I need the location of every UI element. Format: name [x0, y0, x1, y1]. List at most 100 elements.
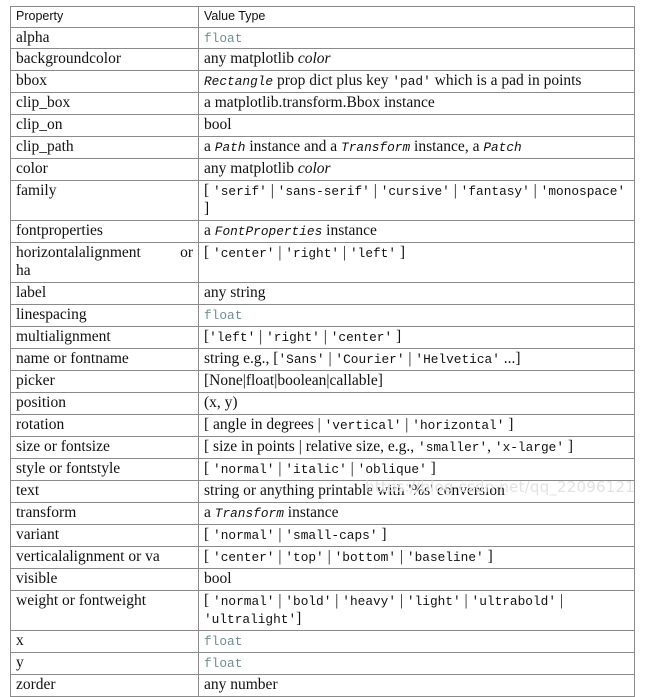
value-fragment: 'Courier'	[335, 352, 405, 368]
value-type-cell: a Path instance and a Transform instance…	[198, 136, 635, 160]
value-fragment: 'vertical'	[324, 417, 402, 433]
property-name-cell: multialignment	[10, 326, 199, 350]
value-fragment: any string	[204, 284, 266, 302]
value-fragment: |	[404, 350, 416, 368]
value-fragment: 'bold'	[285, 593, 332, 609]
value-fragment: 'light'	[406, 593, 461, 609]
table-header: Property Value Type	[10, 6, 635, 28]
value-fragment: 'serif'	[213, 184, 267, 200]
property-name-cell: variant	[10, 523, 199, 547]
value-type-cell: string or anything printable with '%s' c…	[198, 479, 635, 503]
value-fragment: bool	[204, 116, 232, 134]
value-fragment: ...]	[499, 350, 521, 368]
property-name-line: horizontalalignment or	[16, 244, 193, 262]
value-fragment: which is a pad in points	[430, 72, 582, 90]
value-type-cell: float	[198, 304, 635, 328]
value-fragment: 'baseline'	[406, 549, 484, 565]
value-fragment: string or anything printable with '%s' c…	[204, 481, 505, 499]
value-fragment: instance	[283, 503, 339, 521]
value-type-cell: [ 'center' | 'top' | 'bottom' | 'baselin…	[198, 545, 635, 569]
value-fragment: 'sans-serif'	[277, 184, 370, 200]
value-type-cell: string e.g., ['Sans' | 'Courier' | 'Helv…	[198, 348, 635, 371]
table-row: backgroundcolor any matplotlib color	[10, 48, 635, 72]
value-fragment: [	[204, 525, 214, 543]
value-fragment: Transform	[214, 505, 284, 521]
value-fragment: |	[274, 591, 286, 609]
value-type-cell: [ angle in degrees | 'vertical' | 'horiz…	[198, 413, 635, 437]
value-fragment: |	[460, 591, 472, 609]
table-row: fontproperties a FontProperties instance	[10, 220, 635, 244]
value-fragment: (x, y)	[204, 393, 238, 411]
table-row: linespacing float	[10, 304, 635, 328]
value-type-cell: [None|float|boolean|callable]	[198, 370, 635, 393]
value-type-cell: any matplotlib color	[198, 158, 635, 182]
value-fragment: any matplotlib	[204, 50, 298, 68]
value-fragment: 'small-caps'	[285, 527, 378, 543]
value-fragment: |	[319, 328, 331, 346]
value-fragment: 'pad'	[392, 74, 431, 90]
value-fragment: 'oblique'	[357, 461, 427, 477]
value-fragment: any number	[204, 675, 278, 693]
value-fragment: ]	[296, 609, 302, 627]
value-fragment: |	[556, 591, 563, 609]
property-name-cell: clip_on	[10, 114, 199, 138]
property-name-cell: name or fontname	[10, 348, 199, 371]
value-fragment: |	[396, 591, 407, 609]
value-fragment: |	[323, 547, 335, 565]
table-row: horizontalalignment or ha[ 'center' | 'ri…	[10, 242, 635, 284]
value-fragment: |	[274, 459, 286, 477]
value-fragment: FontProperties	[214, 224, 323, 240]
value-type-cell: bool	[198, 567, 635, 591]
value-fragment: 'x-large'	[494, 439, 565, 455]
column-header-value-type: Value Type	[198, 6, 635, 28]
table-row: text string or anything printable with '%…	[10, 479, 635, 503]
value-fragment: 'cursive'	[380, 184, 450, 200]
value-type-cell: a FontProperties instance	[198, 220, 635, 244]
table-row: visible bool	[10, 567, 635, 591]
property-name-cell: transform	[10, 501, 199, 525]
table-row: alpha float	[10, 26, 635, 50]
value-fragment: bool	[204, 569, 232, 587]
value-fragment: [	[204, 459, 214, 477]
value-fragment: color	[297, 50, 331, 68]
value-fragment: 'italic'	[285, 461, 347, 477]
value-fragment: |	[529, 182, 541, 200]
value-fragment: |	[331, 591, 343, 609]
property-name-cell: picker	[10, 370, 199, 393]
value-fragment: a	[204, 222, 215, 240]
value-fragment: 'top'	[285, 549, 324, 565]
value-fragment: |	[369, 182, 381, 200]
value-type-cell: [ size in points | relative size, e.g., …	[198, 435, 635, 459]
table-header-row: Property Value Type	[10, 6, 635, 28]
value-fragment: float	[204, 633, 243, 649]
value-fragment: ]	[396, 244, 406, 262]
property-name-line: ha	[16, 262, 31, 280]
value-fragment: 'right'	[285, 246, 340, 262]
value-fragment: float	[204, 30, 243, 46]
property-name-cell: zorder	[10, 673, 199, 697]
value-fragment: Patch	[483, 140, 522, 156]
value-fragment: any matplotlib	[204, 160, 298, 178]
value-fragment: 'normal'	[213, 527, 275, 543]
value-fragment: [	[204, 591, 214, 609]
value-fragment: ]	[564, 437, 574, 455]
value-fragment: ]	[377, 525, 387, 543]
table-row: zorder any number	[10, 673, 635, 697]
table-row: style or fontstyle[ 'normal' | 'italic' …	[10, 457, 635, 481]
value-fragment: |	[266, 182, 278, 200]
property-name-cell: bbox	[10, 70, 199, 94]
property-name-cell: x	[10, 629, 199, 653]
property-name-cell: visible	[10, 567, 199, 591]
value-fragment: 'left'	[209, 330, 256, 346]
property-name-cell: style or fontstyle	[10, 457, 199, 481]
property-name-cell: y	[10, 651, 199, 675]
property-name-cell: weight or fontweight	[10, 589, 199, 631]
table-row: verticalalignment or va[ 'center' | 'top…	[10, 545, 635, 569]
value-fragment: float	[204, 655, 243, 671]
table-row: family[ 'serif' | 'sans-serif' | 'cursiv…	[10, 180, 635, 222]
table-row: weight or fontweight[ 'normal' | 'bold' …	[10, 589, 635, 631]
property-name-cell: label	[10, 282, 199, 306]
value-fragment: 'smaller'	[418, 439, 488, 455]
property-name-cell: rotation	[10, 413, 199, 437]
value-fragment: [ angle in degrees |	[204, 415, 325, 433]
